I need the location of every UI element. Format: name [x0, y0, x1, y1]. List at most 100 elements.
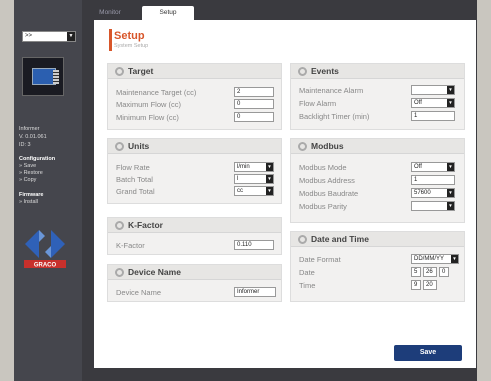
firmware-heading: Firmware: [19, 192, 44, 198]
modbus-baudrate-row: Modbus Baudrate 57600 ▼: [299, 188, 458, 199]
modbus-panel: Modbus Modbus Mode Off ▼ Modbus Address …: [290, 138, 465, 223]
chevron-down-icon: ▼: [447, 86, 454, 94]
device-name-input[interactable]: Informer: [234, 287, 276, 297]
config-restore-link[interactable]: » Restore: [19, 170, 43, 177]
device-name-panel-header: Device Name: [108, 265, 281, 280]
batch-total-label: Batch Total: [116, 175, 153, 184]
chevron-down-icon: ▼: [447, 163, 454, 171]
kfactor-panel-title: K-Factor: [128, 220, 163, 230]
grand-total-select[interactable]: cc ▼: [234, 186, 274, 196]
date-format-label: Date Format: [299, 255, 341, 264]
minimum-flow-input[interactable]: 0: [234, 112, 274, 122]
device-version-text: V. 0.01.061: [19, 134, 47, 140]
units-panel-title: Units: [128, 141, 150, 151]
flow-rate-value: l/min: [237, 164, 250, 170]
date-format-value: DD/MM/YY: [414, 256, 444, 262]
maintenance-target-label: Maintenance Target (cc): [116, 88, 197, 97]
kfactor-input[interactable]: 0.110: [234, 240, 274, 250]
time-hour-input[interactable]: 9: [411, 280, 421, 290]
target-panel: Target Maintenance Target (cc) 2 Maximum…: [107, 63, 282, 130]
batch-total-value: l: [237, 176, 239, 182]
config-copy-link[interactable]: » Copy: [19, 177, 36, 184]
page-title: Setup: [114, 30, 145, 42]
tab-monitor[interactable]: Monitor: [80, 6, 140, 20]
modbus-address-label: Modbus Address: [299, 176, 355, 185]
target-panel-title: Target: [128, 66, 154, 76]
chevron-down-icon: ▼: [447, 99, 454, 107]
date-day-input[interactable]: 5: [411, 267, 421, 277]
maintenance-alarm-label: Maintenance Alarm: [299, 86, 364, 95]
backlight-timer-input[interactable]: 1: [411, 111, 455, 121]
device-selector[interactable]: >> ▼: [22, 31, 76, 42]
time-label: Time: [299, 281, 316, 290]
gear-icon: [298, 67, 307, 76]
date-month-input[interactable]: 26: [423, 267, 437, 277]
device-id-text: ID: 3: [19, 142, 31, 148]
backlight-timer-row: Backlight Timer (min) 1: [299, 111, 458, 122]
maintenance-alarm-select[interactable]: ▼: [411, 85, 455, 95]
datetime-panel-header: Date and Time: [291, 232, 464, 247]
units-panel: Units Flow Rate l/min ▼ Batch Total l ▼ …: [107, 138, 282, 204]
modbus-parity-select[interactable]: ▼: [411, 201, 455, 211]
configuration-heading: Configuration: [19, 156, 56, 162]
setup-content: Setup System Setup Target Maintenance Ta…: [94, 20, 476, 368]
flow-alarm-label: Flow Alarm: [299, 99, 337, 108]
page-subtitle: System Setup: [114, 43, 149, 49]
grand-total-value: cc: [237, 188, 243, 194]
target-panel-header: Target: [108, 64, 281, 79]
save-button[interactable]: Save: [394, 345, 462, 361]
kfactor-panel: K-Factor K-Factor 0.110: [107, 217, 282, 255]
device-name-label: Device Name: [116, 288, 162, 297]
flow-alarm-select[interactable]: Off ▼: [411, 98, 455, 108]
gear-icon: [115, 221, 124, 230]
gear-icon: [115, 142, 124, 151]
batch-total-select[interactable]: l ▼: [234, 174, 274, 184]
device-name-row: Device Name Informer: [116, 287, 276, 298]
modbus-mode-row: Modbus Mode Off ▼: [299, 162, 458, 173]
device-keypad: [53, 70, 59, 84]
date-label: Date: [299, 268, 315, 277]
maximum-flow-label: Maximum Flow (cc): [116, 100, 181, 109]
chevron-down-icon: ▼: [266, 175, 273, 183]
config-save-link[interactable]: » Save: [19, 163, 36, 170]
maintenance-target-row: Maintenance Target (cc) 2: [116, 87, 275, 98]
batch-total-row: Batch Total l ▼: [116, 174, 275, 185]
grand-total-label: Grand Total: [116, 187, 155, 196]
date-format-row: Date Format DD/MM/YY ▼: [299, 254, 459, 265]
graco-logo: GRACO: [24, 230, 66, 269]
date-row: Date 5 26 0: [299, 267, 458, 278]
chevron-down-icon: ▼: [266, 187, 273, 195]
modbus-mode-select[interactable]: Off ▼: [411, 162, 455, 172]
time-minute-input[interactable]: 20: [423, 280, 437, 290]
modbus-parity-row: Modbus Parity ▼: [299, 201, 458, 212]
maintenance-alarm-row: Maintenance Alarm ▼: [299, 85, 458, 96]
gear-icon: [298, 235, 307, 244]
gear-icon: [298, 142, 307, 151]
maximum-flow-row: Maximum Flow (cc) 0: [116, 99, 275, 110]
sidebar: >> ▼ Informer V. 0.01.061 ID: 3 Configur…: [14, 0, 82, 381]
firmware-install-link[interactable]: » Install: [19, 199, 38, 206]
chevron-down-icon: ▼: [67, 32, 75, 41]
date-format-select[interactable]: DD/MM/YY ▼: [411, 254, 459, 264]
device-selector-value: >>: [25, 33, 33, 39]
maximum-flow-input[interactable]: 0: [234, 99, 274, 109]
events-panel-header: Events: [291, 64, 464, 79]
events-panel: Events Maintenance Alarm ▼ Flow Alarm Of…: [290, 63, 465, 130]
device-name-panel: Device Name Device Name Informer: [107, 264, 282, 302]
modbus-address-input[interactable]: 1: [411, 175, 455, 185]
modbus-panel-title: Modbus: [311, 141, 344, 151]
kfactor-row: K-Factor 0.110: [116, 240, 275, 251]
modbus-baudrate-select[interactable]: 57600 ▼: [411, 188, 455, 198]
date-year-input[interactable]: 0: [439, 267, 449, 277]
grand-total-row: Grand Total cc ▼: [116, 186, 275, 197]
maintenance-target-input[interactable]: 2: [234, 87, 274, 97]
chevron-down-icon: ▼: [266, 163, 273, 171]
flow-rate-row: Flow Rate l/min ▼: [116, 162, 275, 173]
modbus-mode-value: Off: [414, 164, 422, 170]
flow-rate-label: Flow Rate: [116, 163, 150, 172]
flow-alarm-value: Off: [414, 100, 422, 106]
flow-rate-select[interactable]: l/min ▼: [234, 162, 274, 172]
tab-setup[interactable]: Setup: [142, 6, 194, 20]
chevron-down-icon: ▼: [447, 189, 454, 197]
backlight-timer-label: Backlight Timer (min): [299, 112, 370, 121]
